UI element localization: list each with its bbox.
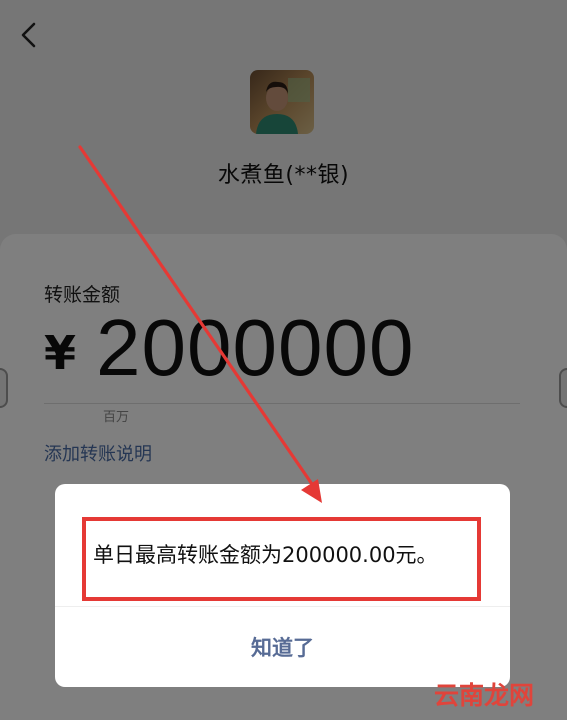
annotation-highlight-box — [82, 517, 481, 601]
watermark-logo: 云南龙网 — [430, 676, 540, 716]
watermark-text: 云南龙网 — [434, 681, 534, 710]
confirm-button[interactable]: 知道了 — [55, 607, 510, 687]
